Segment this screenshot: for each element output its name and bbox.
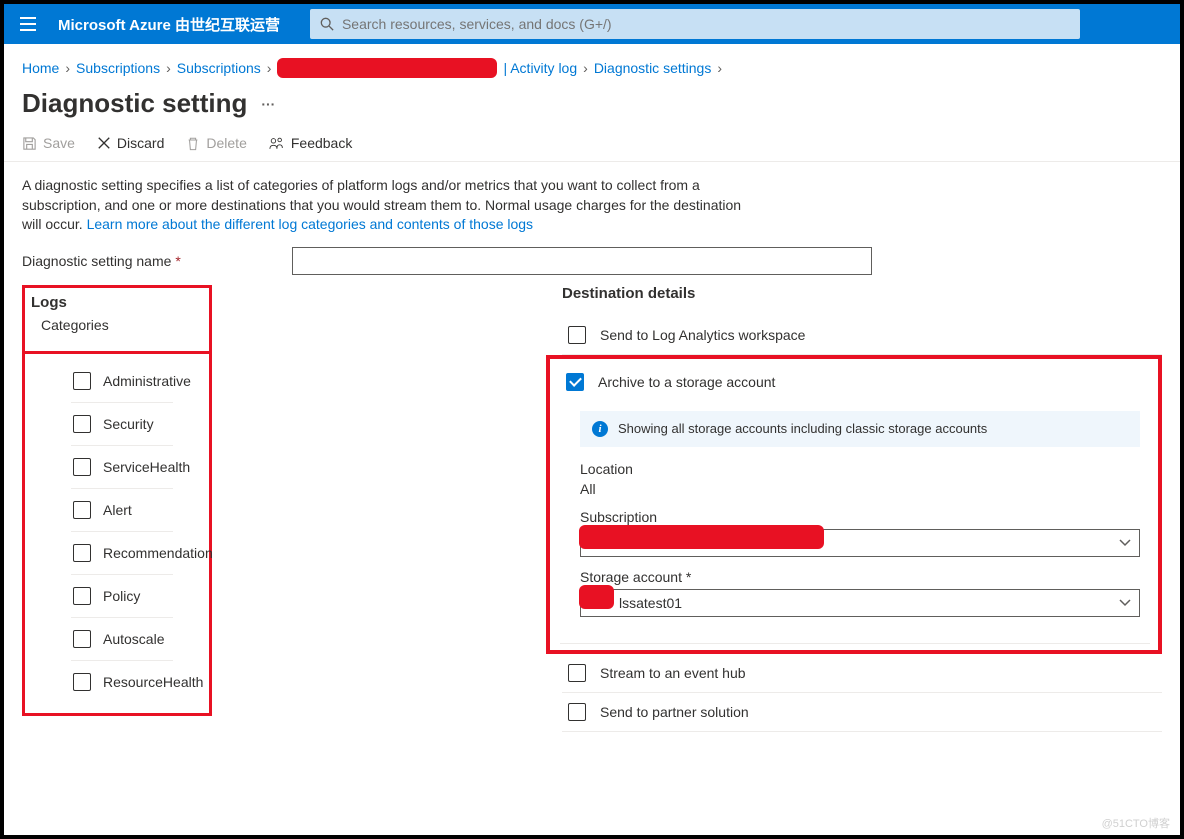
chevron-down-icon bbox=[1119, 599, 1131, 607]
category-checkbox[interactable] bbox=[73, 501, 91, 519]
chevron-down-icon bbox=[1119, 539, 1131, 547]
discard-button[interactable]: Discard bbox=[97, 135, 164, 151]
learn-more-link[interactable]: Learn more about the different log categ… bbox=[87, 216, 533, 232]
storage-field: Storage account * lssatest01 bbox=[580, 569, 1140, 617]
category-row: ServiceHealth bbox=[71, 446, 173, 489]
info-icon: i bbox=[592, 421, 608, 437]
subscription-field: Subscription bbox=[580, 509, 1140, 557]
subscription-dropdown[interactable] bbox=[580, 529, 1140, 557]
storage-redacted bbox=[579, 585, 614, 609]
categories-heading: Categories bbox=[31, 317, 203, 333]
archive-label: Archive to a storage account bbox=[598, 374, 775, 390]
category-checkbox[interactable] bbox=[73, 458, 91, 476]
category-row: Security bbox=[71, 403, 173, 446]
partner-checkbox[interactable] bbox=[568, 703, 586, 721]
location-value: All bbox=[580, 481, 1140, 497]
category-checkbox[interactable] bbox=[73, 372, 91, 390]
location-field: Location All bbox=[580, 461, 1140, 497]
category-label: Policy bbox=[103, 588, 140, 604]
crumb-subscriptions-2[interactable]: Subscriptions bbox=[177, 60, 261, 76]
category-label: Alert bbox=[103, 502, 132, 518]
category-row: Recommendation bbox=[71, 532, 173, 575]
search-input[interactable] bbox=[342, 16, 1070, 32]
eventhub-label: Stream to an event hub bbox=[600, 665, 746, 681]
category-row: Alert bbox=[71, 489, 173, 532]
category-row: Autoscale bbox=[71, 618, 173, 661]
search-box[interactable] bbox=[310, 9, 1080, 39]
info-text: Showing all storage accounts including c… bbox=[618, 421, 987, 436]
archive-checkbox[interactable] bbox=[566, 373, 584, 391]
category-label: ResourceHealth bbox=[103, 674, 203, 690]
name-label: Diagnostic setting name * bbox=[22, 253, 282, 269]
name-field-row: Diagnostic setting name * bbox=[22, 247, 1162, 275]
hamburger-icon[interactable] bbox=[16, 12, 40, 36]
category-checkbox[interactable] bbox=[73, 673, 91, 691]
category-row: Policy bbox=[71, 575, 173, 618]
dest-eventhub-row: Stream to an event hub bbox=[562, 654, 1162, 693]
archive-block: Archive to a storage account i Showing a… bbox=[560, 363, 1150, 644]
logs-heading: Logs bbox=[31, 294, 203, 311]
category-checkbox[interactable] bbox=[73, 587, 91, 605]
category-checkbox[interactable] bbox=[73, 630, 91, 648]
watermark: @51CTO博客 bbox=[1102, 815, 1170, 831]
logs-categories-box: Administrative Security ServiceHealth Alert… bbox=[22, 351, 212, 716]
storage-dropdown[interactable]: lssatest01 bbox=[580, 589, 1140, 617]
archive-highlight-box: Archive to a storage account i Showing a… bbox=[546, 355, 1162, 654]
page-title: Diagnostic setting bbox=[22, 88, 247, 119]
partner-label: Send to partner solution bbox=[600, 704, 749, 720]
crumb-diagnostic[interactable]: Diagnostic settings bbox=[594, 60, 712, 76]
log-analytics-label: Send to Log Analytics workspace bbox=[600, 327, 805, 343]
save-icon bbox=[22, 136, 37, 151]
category-row: ResourceHealth bbox=[71, 661, 173, 703]
setting-name-input[interactable] bbox=[292, 247, 872, 275]
info-banner: i Showing all storage accounts including… bbox=[580, 411, 1140, 447]
category-label: ServiceHealth bbox=[103, 459, 190, 475]
crumb-redacted bbox=[277, 58, 497, 78]
brand-label: Microsoft Azure 由世纪互联运营 bbox=[58, 14, 280, 35]
feedback-button[interactable]: Feedback bbox=[269, 135, 352, 151]
eventhub-checkbox[interactable] bbox=[568, 664, 586, 682]
crumb-subscriptions-1[interactable]: Subscriptions bbox=[76, 60, 160, 76]
delete-button[interactable]: Delete bbox=[186, 135, 246, 151]
crumb-activity-log[interactable]: | Activity log bbox=[503, 60, 577, 76]
dest-log-analytics-row: Send to Log Analytics workspace bbox=[562, 316, 1162, 355]
category-label: Autoscale bbox=[103, 631, 164, 647]
category-checkbox[interactable] bbox=[73, 415, 91, 433]
more-icon[interactable]: ··· bbox=[261, 96, 275, 112]
category-checkbox[interactable] bbox=[73, 544, 91, 562]
category-label: Administrative bbox=[103, 373, 191, 389]
dest-archive-row: Archive to a storage account bbox=[560, 363, 1150, 401]
page-title-row: Diagnostic setting ··· bbox=[4, 86, 1180, 129]
command-bar: Save Discard Delete Feedback bbox=[4, 129, 1180, 162]
logs-heading-box: Logs Categories bbox=[22, 285, 212, 354]
subscription-label: Subscription bbox=[580, 509, 1140, 525]
top-bar: Microsoft Azure 由世纪互联运营 bbox=[4, 4, 1180, 44]
search-icon bbox=[320, 17, 334, 31]
category-label: Recommendation bbox=[103, 545, 213, 561]
crumb-home[interactable]: Home bbox=[22, 60, 59, 76]
breadcrumb: Home› Subscriptions› Subscriptions› | Ac… bbox=[4, 44, 1180, 86]
subscription-redacted bbox=[579, 525, 824, 549]
description-text: A diagnostic setting specifies a list of… bbox=[22, 176, 762, 235]
feedback-icon bbox=[269, 136, 285, 151]
close-icon bbox=[97, 136, 111, 150]
destination-heading: Destination details bbox=[552, 285, 1162, 302]
storage-label: Storage account * bbox=[580, 569, 1140, 585]
save-button[interactable]: Save bbox=[22, 135, 75, 151]
trash-icon bbox=[186, 136, 200, 151]
location-label: Location bbox=[580, 461, 1140, 477]
category-label: Security bbox=[103, 416, 154, 432]
category-row: Administrative bbox=[71, 360, 173, 403]
dest-partner-row: Send to partner solution bbox=[562, 693, 1162, 732]
log-analytics-checkbox[interactable] bbox=[568, 326, 586, 344]
